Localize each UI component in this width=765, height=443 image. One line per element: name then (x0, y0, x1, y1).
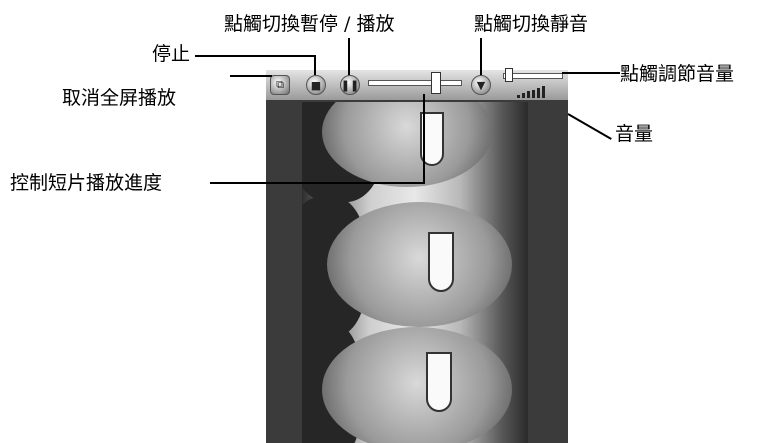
video-area (302, 102, 528, 443)
volume-level-bar (532, 89, 535, 98)
face-middle (327, 202, 512, 327)
line-mute (480, 38, 482, 75)
volume-level-bar (527, 91, 530, 98)
line-pause-play (348, 38, 350, 75)
exit-fullscreen-button[interactable]: ⧉ (270, 75, 290, 95)
face-bottom (322, 327, 512, 443)
volume-level-bar (522, 93, 525, 98)
mute-icon: ▼ (476, 78, 486, 92)
smile-middle (428, 232, 454, 292)
seek-track[interactable] (368, 80, 462, 86)
line-seek-v (423, 94, 425, 184)
label-exit-fullscreen: 取消全屏播放 (62, 87, 177, 109)
volume-level-indicator (517, 86, 553, 98)
line-stop-v (314, 55, 316, 75)
smile-bottom (426, 352, 452, 412)
line-exit-fullscreen (230, 75, 272, 77)
exit-fullscreen-icon: ⧉ (276, 78, 284, 91)
line-seek-h (210, 182, 425, 184)
volume-level-bar (517, 95, 520, 98)
label-seek-progress: 控制短片播放進度 (10, 172, 163, 194)
pause-play-icon: ❚❚ (340, 78, 360, 92)
mute-button[interactable]: ▼ (471, 75, 491, 95)
line-stop-h (195, 55, 316, 57)
line-volume (567, 113, 612, 140)
volume-knob[interactable] (505, 68, 513, 82)
volume-level-bar (542, 86, 545, 98)
label-toggle-pause-play: 點觸切換暫停 / 播放 (224, 13, 395, 35)
seek-knob[interactable] (430, 72, 441, 94)
label-adjust-volume: 點觸調節音量 (620, 63, 735, 85)
stop-icon: ■ (310, 78, 322, 92)
label-volume: 音量 (615, 123, 654, 145)
stop-button[interactable]: ■ (306, 75, 326, 95)
label-toggle-mute: 點觸切換靜音 (474, 13, 589, 35)
pause-play-button[interactable]: ❚❚ (340, 75, 360, 95)
line-adjust-volume (562, 72, 620, 74)
volume-level-bar (537, 87, 540, 98)
label-stop: 停止 (152, 43, 191, 65)
